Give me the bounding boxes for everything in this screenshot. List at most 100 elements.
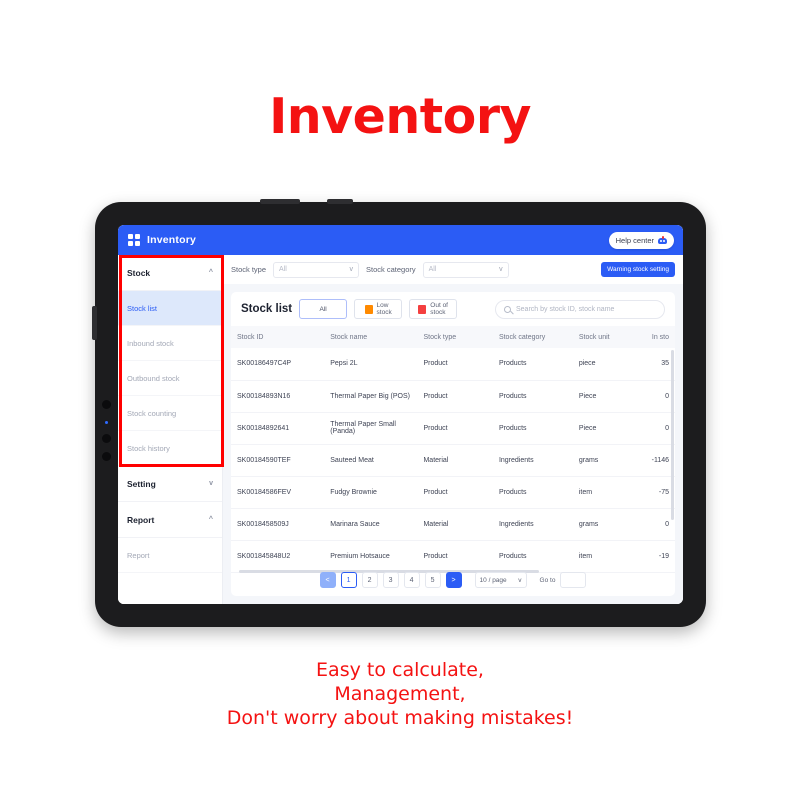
stock-category-select[interactable]: All v xyxy=(422,261,509,278)
table-row[interactable]: SK00184590TEF Sauteed Meat Material Ingr… xyxy=(231,444,675,477)
stock-list-header: Stock list All Low stock Out of stock Se… xyxy=(231,292,675,326)
cell-in-stock: -19 xyxy=(639,540,675,573)
cell-stock-name: Sauteed Meat xyxy=(324,444,418,477)
stock-type-label: Stock type xyxy=(231,265,267,274)
tab-low-stock-label: Low stock xyxy=(376,301,392,317)
col-stock-name[interactable]: Stock name xyxy=(324,326,418,348)
cell-stock-type: Product xyxy=(417,540,493,573)
cell-stock-id: SK00184590TEF xyxy=(231,444,325,477)
cell-stock-id: SK0018458509J xyxy=(231,508,325,541)
sidebar-group-report[interactable]: Report ^ xyxy=(118,502,222,538)
tablet-connector-dot-1 xyxy=(102,400,111,409)
tablet-side-button xyxy=(92,306,97,340)
app-topbar: Inventory Help center xyxy=(118,225,683,255)
col-stock-type[interactable]: Stock type xyxy=(417,326,493,348)
cell-stock-unit: grams xyxy=(572,508,640,541)
table-row[interactable]: SK00186497C4P Pepsi 2L Product Products … xyxy=(231,348,675,381)
filter-bar: Stock type All v Stock category All v Wa… xyxy=(223,255,683,284)
cell-stock-unit: Piece xyxy=(572,380,640,413)
stock-category-value: All xyxy=(428,266,437,273)
sidebar-group-report-label: Report xyxy=(127,514,155,525)
sidebar-item-stock-counting[interactable]: Stock counting xyxy=(118,396,222,431)
sidebar-group-setting[interactable]: Setting v xyxy=(118,466,222,502)
table-row[interactable]: SK001845848U2 Premium Hotsauce Product P… xyxy=(231,540,675,573)
table-row[interactable]: SK00184586FEV Fudgy Brownie Product Prod… xyxy=(231,476,675,509)
cell-in-stock: 0 xyxy=(639,508,675,541)
sidebar-group-stock[interactable]: Stock ^ xyxy=(118,255,222,291)
cell-stock-type: Material xyxy=(417,444,493,477)
table-row[interactable]: SK00184892641 Thermal Paper Small (Panda… xyxy=(231,412,675,445)
caption-line-1: Easy to calculate, xyxy=(316,659,484,681)
col-stock-category[interactable]: Stock category xyxy=(492,326,573,348)
pagination-page-1[interactable]: 1 xyxy=(340,572,357,588)
pagination-prev-button[interactable]: < xyxy=(319,572,336,588)
sidebar-item-inbound-stock[interactable]: Inbound stock xyxy=(118,326,222,361)
cell-stock-name: Fudgy Brownie xyxy=(324,476,418,509)
cell-stock-category: Products xyxy=(492,412,573,445)
search-input[interactable]: Search by stock ID, stock name xyxy=(495,299,665,319)
cell-stock-category: Products xyxy=(492,380,573,413)
table-header-row: Stock ID Stock name Stock type Stock cat… xyxy=(231,326,675,348)
help-center-label: Help center xyxy=(615,235,654,245)
tablet-status-led xyxy=(105,421,108,424)
stock-type-select[interactable]: All v xyxy=(273,261,360,278)
cell-stock-id: SK00184893N16 xyxy=(231,380,325,413)
tab-out-of-stock-label: Out of stock xyxy=(430,301,448,317)
cell-stock-unit: grams xyxy=(572,444,640,477)
tab-all[interactable]: All xyxy=(299,299,348,319)
sidebar-item-stock-counting-label: Stock counting xyxy=(127,408,177,418)
chevron-down-icon-perpage: v xyxy=(518,576,522,584)
tab-all-label: All xyxy=(319,305,327,313)
pagination-page-5[interactable]: 5 xyxy=(424,572,441,588)
cell-stock-unit: item xyxy=(572,476,640,509)
warning-stock-setting-button[interactable]: Warning stock setting xyxy=(601,262,675,277)
sidebar-group-stock-label: Stock xyxy=(127,267,151,278)
cell-stock-id: SK00184892641 xyxy=(231,412,325,445)
stock-category-label: Stock category xyxy=(366,265,416,274)
cell-stock-id: SK00184586FEV xyxy=(231,476,325,509)
tablet-device: Inventory Help center Stock ^ Stock list xyxy=(92,199,706,627)
cell-stock-type: Material xyxy=(417,508,493,541)
sidebar-item-outbound-stock[interactable]: Outbound stock xyxy=(118,361,222,396)
per-page-select[interactable]: 10 / page v xyxy=(474,572,527,588)
cell-stock-name: Thermal Paper Big (POS) xyxy=(324,380,418,413)
stock-type-value: All xyxy=(279,266,287,273)
promo-caption: Easy to calculate, Management, Don't wor… xyxy=(0,658,800,730)
goto-input[interactable] xyxy=(560,572,587,588)
sidebar-item-stock-history[interactable]: Stock history xyxy=(118,431,222,466)
tab-low-stock[interactable]: Low stock xyxy=(354,299,403,319)
content-area: Stock type All v Stock category All v Wa… xyxy=(223,255,683,604)
low-stock-swatch xyxy=(364,304,373,314)
col-stock-unit[interactable]: Stock unit xyxy=(572,326,640,348)
tab-out-of-stock[interactable]: Out of stock xyxy=(409,299,458,319)
tablet-top-button-2 xyxy=(327,199,353,204)
sidebar: Stock ^ Stock list Inbound stock Outboun… xyxy=(118,255,223,604)
table-vertical-scrollbar[interactable] xyxy=(671,350,674,520)
cell-stock-name: Pepsi 2L xyxy=(324,348,418,381)
sidebar-item-stock-list[interactable]: Stock list xyxy=(118,291,222,326)
chevron-down-icon: v xyxy=(209,480,213,487)
pagination: < 1 2 3 4 5 > 10 / page v Go to xyxy=(231,572,675,588)
tablet-connector-dot-2 xyxy=(102,434,111,443)
panel-title: Stock list xyxy=(241,303,293,315)
table-row[interactable]: SK00184893N16 Thermal Paper Big (POS) Pr… xyxy=(231,380,675,413)
sidebar-item-report[interactable]: Report xyxy=(118,538,222,573)
cell-stock-type: Product xyxy=(417,380,493,413)
stock-table-body: SK00186497C4P Pepsi 2L Product Products … xyxy=(231,348,675,573)
promo-headline: Inventory xyxy=(269,88,531,145)
pagination-page-3[interactable]: 3 xyxy=(382,572,399,588)
pagination-page-2[interactable]: 2 xyxy=(361,572,378,588)
pagination-next-button[interactable]: > xyxy=(445,572,462,588)
col-in-stock[interactable]: In sto xyxy=(639,326,675,348)
cell-stock-id: SK001845848U2 xyxy=(231,540,325,573)
pagination-page-4[interactable]: 4 xyxy=(403,572,420,588)
cell-stock-type: Product xyxy=(417,476,493,509)
help-center-button[interactable]: Help center xyxy=(608,231,674,249)
caption-line-3: Don't worry about making mistakes! xyxy=(226,707,574,729)
col-stock-id[interactable]: Stock ID xyxy=(231,326,325,348)
table-row[interactable]: SK0018458509J Marinara Sauce Material In… xyxy=(231,508,675,541)
cell-stock-type: Product xyxy=(417,412,493,445)
sidebar-item-stock-history-label: Stock history xyxy=(127,443,170,453)
cell-stock-unit: piece xyxy=(572,348,640,381)
sidebar-item-report-label: Report xyxy=(127,550,150,560)
